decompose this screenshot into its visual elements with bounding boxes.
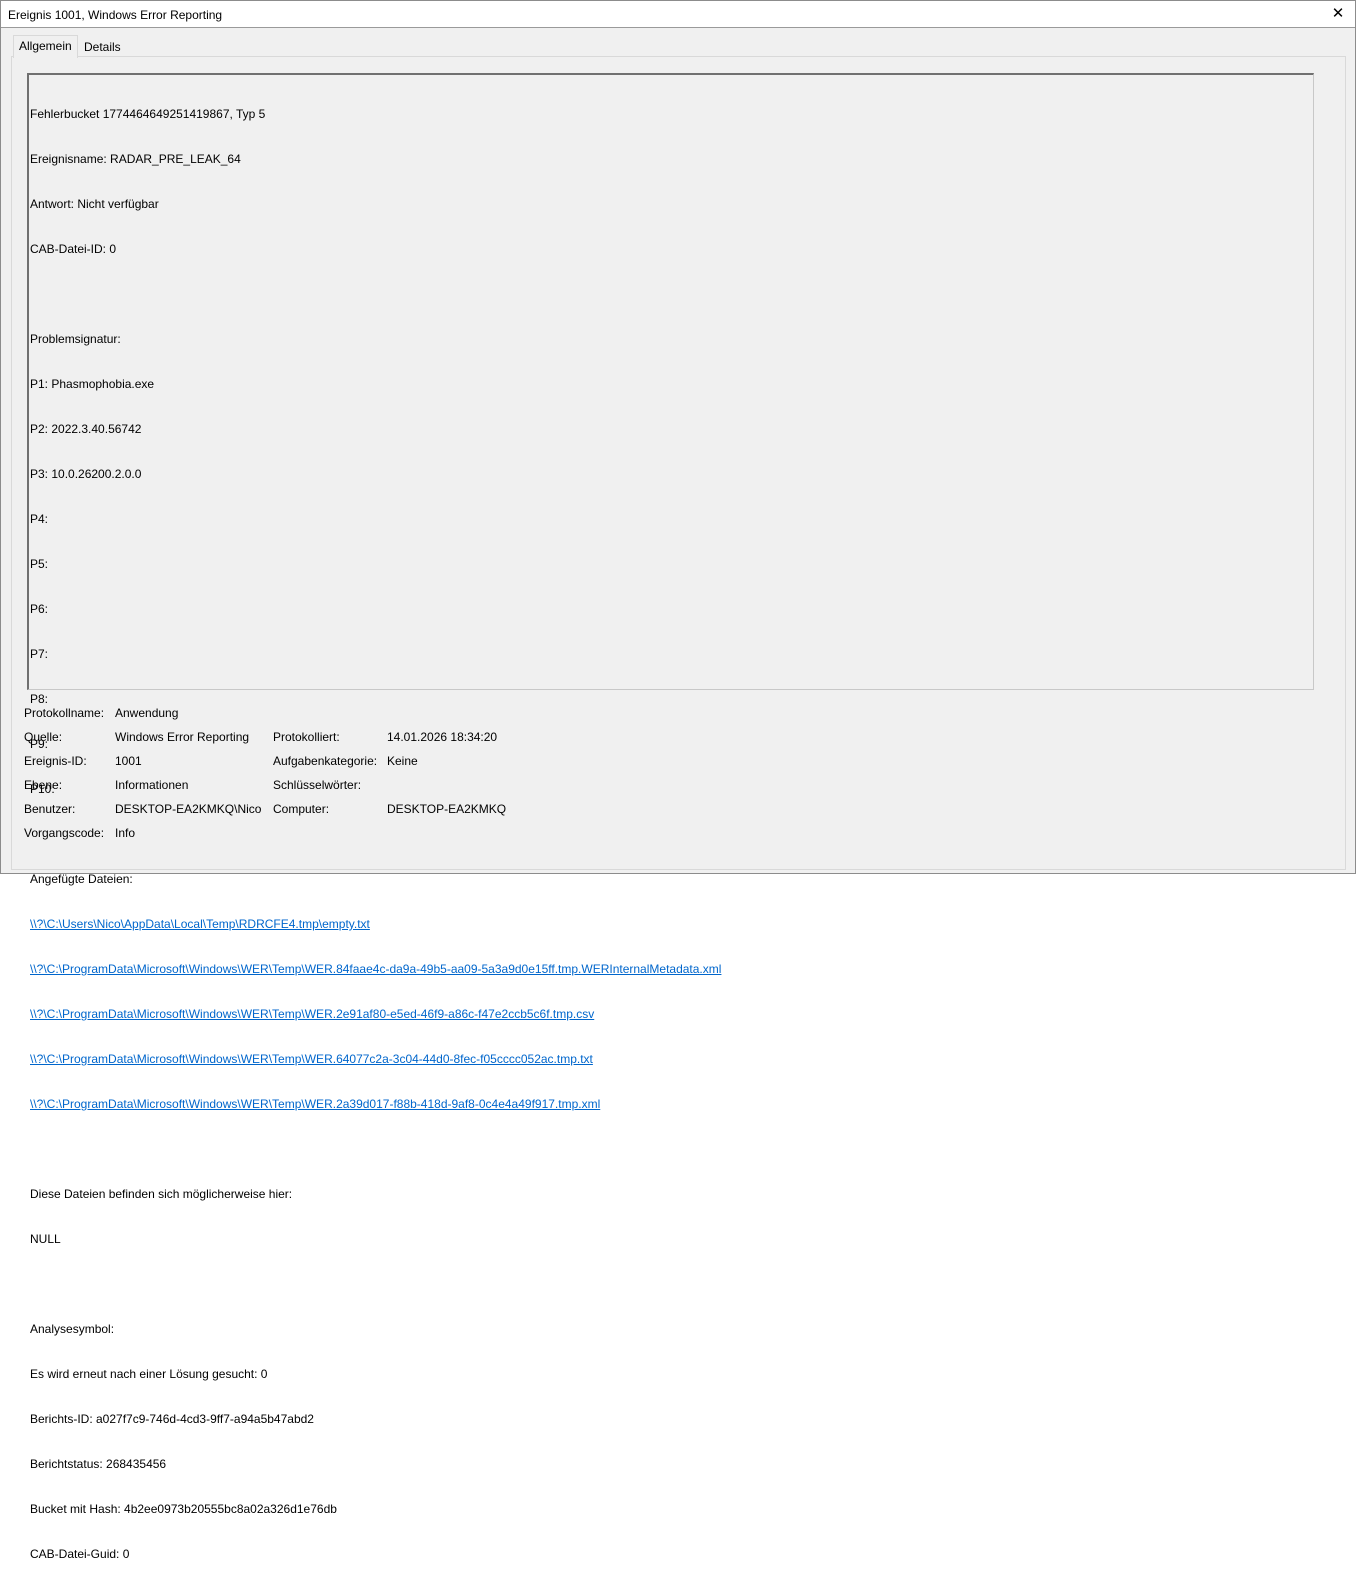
- logged-label: Protokolliert:: [273, 730, 340, 744]
- level-label: Ebene:: [24, 778, 63, 792]
- analysis-line: Es wird erneut nach einer Lösung gesucht…: [30, 1367, 268, 1381]
- description-line: Fehlerbucket 1774464649251419867, Typ 5: [30, 107, 266, 121]
- description-line: CAB-Datei-ID: 0: [30, 242, 117, 256]
- signature-line: P2: 2022.3.40.56742: [30, 422, 142, 436]
- tab-panel-general: Fehlerbucket 1774464649251419867, Typ 5 …: [11, 56, 1346, 1561]
- signature-line: P1: Phasmophobia.exe: [30, 377, 155, 391]
- attached-file-link[interactable]: \\?\C:\ProgramData\Microsoft\Windows\WER…: [30, 1052, 593, 1066]
- analysis-line: Berichts-ID: a027f7c9-746d-4cd3-9ff7-a94…: [30, 1412, 314, 1426]
- signature-heading: Problemsignatur:: [30, 332, 121, 346]
- opcode-label: Vorgangscode:: [24, 826, 105, 840]
- file-location-value: NULL: [30, 1232, 61, 1246]
- attached-file-link[interactable]: \\?\C:\ProgramData\Microsoft\Windows\WER…: [30, 962, 721, 976]
- signature-line: P5:: [30, 557, 49, 571]
- event-properties-window: Ereignis 1001, Windows Error Reporting ✕…: [0, 0, 1356, 1561]
- event-id-label: Ereignis-ID:: [24, 754, 87, 768]
- attached-files-heading: Angefügte Dateien:: [30, 872, 133, 886]
- keywords-label: Schlüsselwörter:: [273, 778, 362, 792]
- analysis-line: Analysesymbol:: [30, 1322, 115, 1336]
- description-line: Ereignisname: RADAR_PRE_LEAK_64: [30, 152, 241, 166]
- level-value[interactable]: Informationen: [115, 778, 188, 792]
- signature-line: P8:: [30, 692, 49, 706]
- task-category-label: Aufgabenkategorie:: [273, 754, 378, 768]
- tab-details[interactable]: Details: [79, 37, 126, 57]
- signature-line: P3: 10.0.26200.2.0.0: [30, 467, 142, 481]
- logged-value[interactable]: 14.01.2026 18:34:20: [387, 730, 497, 744]
- log-name-value[interactable]: Anwendung: [115, 706, 178, 720]
- log-name-label: Protokollname:: [24, 706, 105, 720]
- signature-line: P4:: [30, 512, 49, 526]
- attached-file-link[interactable]: \\?\C:\ProgramData\Microsoft\Windows\WER…: [30, 1097, 600, 1111]
- title-bar: Ereignis 1001, Windows Error Reporting ✕: [1, 1, 1355, 28]
- attached-file-link[interactable]: \\?\C:\ProgramData\Microsoft\Windows\WER…: [30, 1007, 594, 1021]
- tab-allgemein[interactable]: Allgemein: [13, 35, 78, 58]
- window-title: Ereignis 1001, Windows Error Reporting: [8, 8, 223, 22]
- computer-value[interactable]: DESKTOP-EA2KMKQ: [387, 802, 506, 816]
- analysis-line: CAB-Datei-Guid: 0: [30, 1547, 130, 1561]
- file-location-heading: Diese Dateien befinden sich möglicherwei…: [30, 1187, 293, 1201]
- event-description-textbox[interactable]: Fehlerbucket 1774464649251419867, Typ 5 …: [27, 73, 1314, 1561]
- signature-line: P7:: [30, 647, 49, 661]
- computer-label: Computer:: [273, 802, 330, 816]
- analysis-line: Berichtstatus: 268435456: [30, 1457, 167, 1471]
- analysis-line: Bucket mit Hash: 4b2ee0973b20555bc8a02a3…: [30, 1502, 337, 1516]
- source-label: Quelle:: [24, 730, 63, 744]
- source-value[interactable]: Windows Error Reporting: [115, 730, 249, 744]
- user-label: Benutzer:: [24, 802, 76, 816]
- signature-line: P6:: [30, 602, 49, 616]
- attached-file-link[interactable]: \\?\C:\Users\Nico\AppData\Local\Temp\RDR…: [30, 917, 370, 931]
- description-line: Antwort: Nicht verfügbar: [30, 197, 159, 211]
- close-icon[interactable]: ✕: [1329, 5, 1347, 23]
- task-category-value[interactable]: Keine: [387, 754, 418, 768]
- user-value[interactable]: DESKTOP-EA2KMKQ\Nico: [115, 802, 261, 816]
- event-id-value[interactable]: 1001: [115, 754, 142, 768]
- opcode-value[interactable]: Info: [115, 826, 135, 840]
